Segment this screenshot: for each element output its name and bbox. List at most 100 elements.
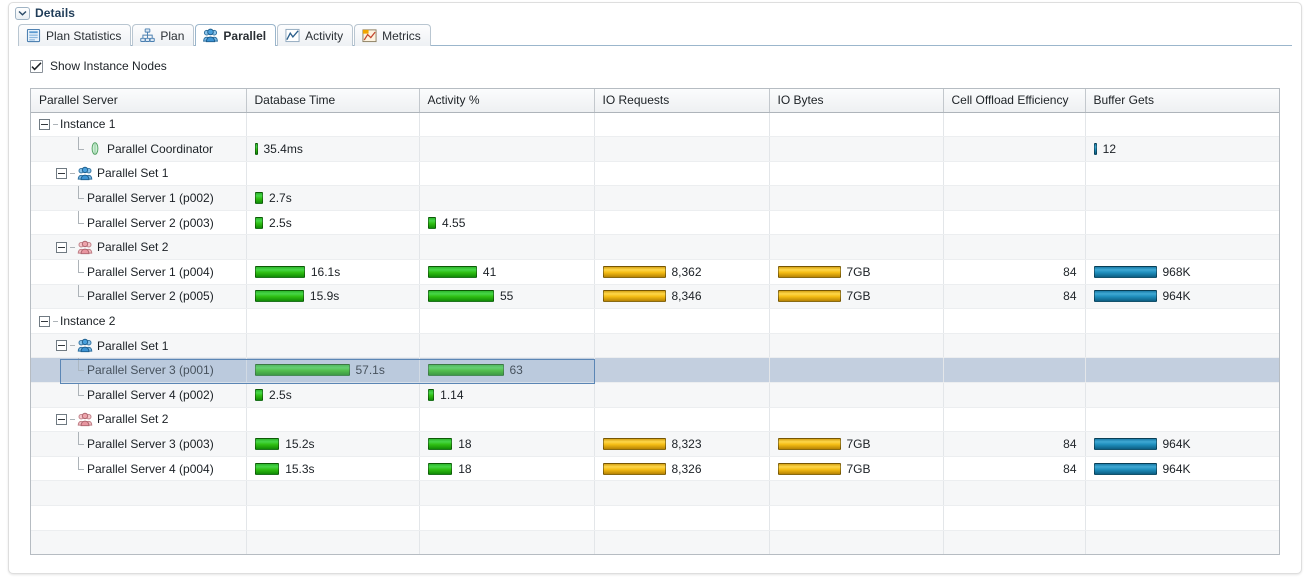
table-row[interactable]: Parallel Set 1 [31,161,1279,187]
tree-expander[interactable] [56,241,67,253]
empty-cell [769,480,944,506]
table-row[interactable]: Parallel Server 4 (p002) 2.5s 1.14 [31,382,1279,408]
cell-offload-efficiency-cell [943,333,1086,359]
cell-offload-efficiency-value: 84 [1063,264,1077,279]
column-header-activity[interactable]: Activity % [419,89,595,113]
parallel-server-cell[interactable]: Parallel Set 2 [31,234,247,261]
tree-node-label: Parallel Coordinator [107,141,214,156]
database-time-value: 57.1s [355,363,385,378]
column-header-io-bytes[interactable]: IO Bytes [769,89,944,113]
tree-expander[interactable] [56,413,67,425]
io-bytes-value: 7GB [846,264,871,279]
database-time-cell [246,161,420,187]
plan-tree-icon [140,28,156,43]
database-time-cell [246,112,420,138]
parallel-server-cell[interactable]: Parallel Server 4 (p004) [31,456,247,482]
parallel-set-pink-icon [77,240,97,255]
column-header-io-requests[interactable]: IO Requests [594,89,770,113]
parallel-server-cell[interactable]: Parallel Server 1 (p004) [31,259,247,285]
tree-expander[interactable] [39,118,50,130]
io-bytes-cell: 7GB [769,431,944,457]
parallel-server-grid[interactable]: Parallel Server Database Time Activity % IO… [30,88,1280,555]
table-row[interactable]: Parallel Server 1 (p004) 16.1s 41 8,362 7GB 8… [31,259,1279,285]
database-time-value: 2.5s [269,215,292,230]
metrics-chart-icon [362,28,377,43]
tree-expander[interactable] [39,315,50,327]
activity-percent-cell [419,308,595,334]
parallel-server-cell[interactable]: Parallel Server 2 (p003) [31,210,247,236]
empty-cell [943,505,1086,531]
io-requests-cell [594,333,770,359]
table-row[interactable]: Instance 1 [31,112,1279,138]
tab-plan-statistics[interactable]: Plan Statistics [18,24,132,46]
database-time-cell [246,308,420,334]
table-row[interactable]: Parallel Set 2 [31,407,1279,433]
column-header-buffer-gets[interactable]: Buffer Gets [1085,89,1279,113]
parallel-server-cell[interactable]: Parallel Server 1 (p002) [31,185,247,211]
parallel-server-cell[interactable]: Parallel Server 2 (p005) [31,284,247,310]
io-requests-cell [594,357,770,384]
tab-label: Plan [160,28,185,43]
tree-node-label: Parallel Server 2 (p003) [87,215,214,230]
buffer-gets-cell [1085,185,1279,211]
parallel-server-cell[interactable]: Instance 2 [31,308,247,334]
cell-offload-efficiency-value: 84 [1063,461,1077,476]
database-time-bar [254,364,350,377]
tree-connector [73,284,84,308]
table-row[interactable]: Parallel Server 3 (p003) 15.2s 18 8,323 7GB 8… [31,431,1279,457]
database-time-bar [254,142,258,155]
tab-plan[interactable]: Plan [132,24,195,46]
tab-activity[interactable]: Activity [277,24,354,46]
table-row[interactable]: Parallel Server 4 (p004) 15.3s 18 8,326 7GB 8… [31,456,1279,482]
activity-percent-cell [419,112,595,138]
table-row[interactable]: Instance 2 [31,308,1279,334]
activity-percent-cell [419,333,595,359]
table-row[interactable]: Parallel Set 2 [31,234,1279,261]
column-header-cell-offload-efficiency[interactable]: Cell Offload Efficiency [943,89,1086,113]
activity-percent-bar [427,364,504,377]
empty-cell [769,530,944,554]
activity-percent-cell [419,407,595,433]
buffer-gets-value: 964K [1162,437,1191,452]
empty-cell [246,505,420,531]
activity-chart-icon [285,28,300,43]
table-row[interactable]: Parallel Coordinator 35.4ms 12 [31,136,1279,162]
table-row[interactable]: Parallel Server 2 (p005) 15.9s 55 8,346 7GB 8… [31,284,1279,310]
parallel-server-cell[interactable]: Parallel Set 2 [31,407,247,433]
column-header-parallel-server[interactable]: Parallel Server [31,89,247,113]
table-row-empty [31,505,1279,531]
column-header-database-time[interactable]: Database Time [246,89,420,113]
tree-expander[interactable] [56,340,67,352]
parallel-server-cell[interactable]: Parallel Set 1 [31,333,247,359]
empty-cell [419,505,595,531]
parallel-server-cell[interactable]: Parallel Coordinator [31,136,247,162]
table-row[interactable]: Parallel Server 1 (p002) 2.7s [31,185,1279,211]
buffer-gets-value: 12 [1102,141,1116,156]
tab-parallel[interactable]: Parallel [195,24,277,47]
tree-expander[interactable] [56,167,67,179]
empty-cell [594,505,770,531]
table-row[interactable]: Parallel Server 2 (p003) 2.5s 4.55 [31,210,1279,236]
parallel-server-cell[interactable]: Parallel Set 1 [31,161,247,187]
tree-connector [73,432,84,455]
buffer-gets-value: 964K [1162,461,1191,476]
io-bytes-cell [769,112,944,138]
tree-connector [70,418,75,420]
table-row[interactable]: Parallel Set 1 [31,333,1279,359]
parallel-server-cell[interactable]: Parallel Server 3 (p003) [31,431,247,457]
empty-cell [31,480,247,506]
tab-metrics[interactable]: Metrics [354,24,431,46]
empty-cell [1085,505,1279,531]
table-row[interactable]: Parallel Server 3 (p001) 57.1s 63 [31,357,1279,384]
parallel-server-cell[interactable]: Parallel Server 3 (p001) [31,357,247,384]
buffer-gets-cell [1085,234,1279,261]
cell-offload-efficiency-value: 84 [1063,289,1077,304]
parallel-server-cell[interactable]: Instance 1 [31,112,247,138]
io-requests-bar [602,462,666,475]
parallel-server-cell[interactable]: Parallel Server 4 (p002) [31,382,247,408]
show-instance-nodes-checkbox[interactable] [30,59,43,73]
database-time-value: 15.3s [285,461,315,476]
chevron-down-icon[interactable] [15,6,30,20]
